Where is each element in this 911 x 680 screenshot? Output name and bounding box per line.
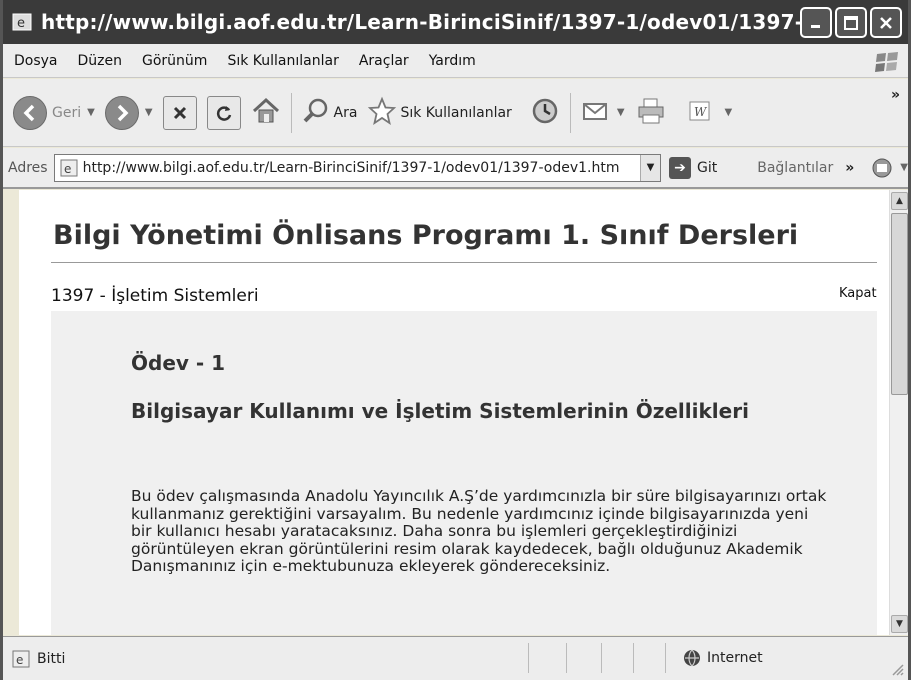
- stop-icon: [162, 95, 197, 130]
- status-divider: [633, 643, 634, 673]
- home-icon: [251, 96, 281, 130]
- menu-help[interactable]: Yardım: [429, 53, 476, 69]
- status-divider: [601, 643, 602, 673]
- forward-button[interactable]: ▼: [104, 95, 153, 130]
- chevron-down-icon[interactable]: ▼: [725, 107, 733, 118]
- homework-body: Bu ödev çalışmasında Anadolu Yayıncılık …: [131, 487, 827, 575]
- title-bar[interactable]: e http://www.bilgi.aof.edu.tr/Learn-Biri…: [3, 0, 908, 44]
- course-name: 1397 - İşletim Sistemleri: [51, 286, 259, 306]
- edit-word-button[interactable]: W ▼: [687, 99, 733, 127]
- go-button[interactable]: ➔ Git: [669, 156, 718, 179]
- browser-window: e http://www.bilgi.aof.edu.tr/Learn-Biri…: [0, 0, 911, 680]
- svg-text:e: e: [64, 162, 71, 176]
- chevron-down-icon[interactable]: ▼: [87, 107, 95, 118]
- page-icon: e: [59, 158, 79, 178]
- status-text-wrap: e Bitti: [11, 649, 65, 669]
- print-button[interactable]: [635, 96, 667, 130]
- minimize-button[interactable]: [800, 7, 832, 38]
- menu-file[interactable]: Dosya: [14, 53, 58, 69]
- menu-favorites[interactable]: Sık Kullanılanlar: [227, 53, 338, 69]
- homework-heading: Ödev - 1: [131, 351, 226, 375]
- address-url: http://www.bilgi.aof.edu.tr/Learn-Birinc…: [82, 159, 620, 176]
- address-input[interactable]: e http://www.bilgi.aof.edu.tr/Learn-Biri…: [53, 153, 661, 182]
- security-zone: Internet: [683, 649, 763, 667]
- chevron-down-icon[interactable]: ▼: [617, 107, 625, 118]
- mail-button[interactable]: ▼: [581, 98, 625, 128]
- go-label: Git: [697, 159, 718, 176]
- status-bar: e Bitti Internet: [3, 636, 908, 680]
- favorites-button[interactable]: Sık Kullanılanlar: [367, 96, 512, 130]
- search-icon: [302, 97, 330, 129]
- menu-edit[interactable]: Düzen: [78, 53, 123, 69]
- page-title: Bilgi Yönetimi Önlisans Programı 1. Sını…: [53, 220, 799, 251]
- history-button[interactable]: [530, 96, 560, 130]
- address-bar: Adres e http://www.bilgi.aof.edu.tr/Lear…: [3, 148, 908, 189]
- resize-grip-icon[interactable]: [890, 662, 904, 676]
- zone-label: Internet: [707, 650, 763, 666]
- back-button[interactable]: Geri ▼: [13, 95, 95, 130]
- close-button[interactable]: [870, 7, 902, 38]
- menu-view[interactable]: Görünüm: [142, 53, 207, 69]
- refresh-button[interactable]: [206, 95, 241, 130]
- internet-explorer-icon: e: [11, 11, 33, 33]
- stop-button[interactable]: [162, 95, 197, 130]
- toolbar-overflow[interactable]: »: [891, 87, 900, 103]
- history-icon: [530, 96, 560, 130]
- chevron-down-icon[interactable]: ▼: [900, 162, 908, 173]
- status-divider: [665, 643, 666, 673]
- scroll-down-icon[interactable]: ▼: [891, 615, 908, 633]
- title-divider: [51, 262, 877, 263]
- messenger-icon: [872, 158, 892, 177]
- homework-title: Bilgisayar Kullanımı ve İşletim Sistemle…: [131, 399, 749, 423]
- globe-icon: [684, 649, 700, 667]
- mail-icon: [581, 98, 611, 128]
- maximize-button[interactable]: [835, 7, 867, 38]
- svg-text:W: W: [694, 105, 708, 119]
- messenger-button[interactable]: ▼: [870, 156, 908, 180]
- page-done-icon: e: [12, 650, 30, 667]
- forward-arrow-icon: [104, 95, 139, 130]
- links-overflow[interactable]: »: [845, 160, 854, 176]
- refresh-icon: [206, 95, 241, 130]
- scrollbar-thumb[interactable]: [891, 213, 908, 395]
- search-label: Ara: [333, 104, 358, 121]
- links-button[interactable]: Bağlantılar: [757, 160, 833, 176]
- window-title: http://www.bilgi.aof.edu.tr/Learn-Birinc…: [41, 10, 831, 34]
- status-text: Bitti: [37, 650, 66, 667]
- page-content: Bilgi Yönetimi Önlisans Programı 1. Sını…: [19, 190, 889, 635]
- printer-icon: [635, 96, 667, 130]
- svg-text:e: e: [17, 16, 25, 31]
- status-divider: [566, 643, 567, 673]
- chevron-down-icon[interactable]: ▼: [145, 107, 153, 118]
- word-icon: W: [687, 99, 713, 127]
- address-label: Adres: [8, 159, 48, 176]
- address-dropdown-icon[interactable]: ▼: [640, 154, 660, 181]
- back-arrow-icon: [13, 95, 47, 130]
- search-button[interactable]: Ara: [302, 97, 358, 129]
- star-icon: [367, 96, 397, 130]
- back-label: Geri: [52, 104, 82, 121]
- vertical-scrollbar[interactable]: ▲ ▼: [889, 190, 908, 635]
- homework-panel: Ödev - 1 Bilgisayar Kullanımı ve İşletim…: [51, 311, 877, 635]
- go-arrow-icon: ➔: [669, 156, 691, 179]
- favorites-label: Sık Kullanılanlar: [400, 104, 512, 121]
- windows-logo-icon: [874, 50, 900, 74]
- status-divider: [528, 643, 529, 673]
- standard-toolbar: Geri ▼ ▼ Ara Sık Kullanılanlar ▼ W ▼ »: [3, 79, 908, 147]
- menu-bar: Dosya Düzen Görünüm Sık Kullanılanlar Ar…: [3, 44, 908, 78]
- home-button[interactable]: [251, 96, 281, 130]
- scroll-up-icon[interactable]: ▲: [891, 192, 908, 210]
- toolbar-separator: [290, 92, 292, 133]
- menu-tools[interactable]: Araçlar: [359, 53, 409, 69]
- svg-text:e: e: [16, 653, 23, 667]
- toolbar-separator: [569, 92, 571, 133]
- close-link[interactable]: Kapat: [839, 286, 877, 301]
